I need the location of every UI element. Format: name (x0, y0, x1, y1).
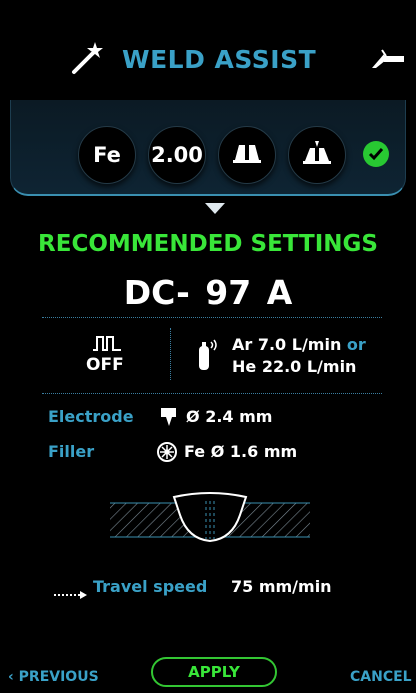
app-title: WELD ASSIST (122, 44, 317, 74)
gas-cylinder-icon (197, 336, 219, 376)
joint-type-button[interactable] (218, 126, 276, 184)
pulse-icon (92, 335, 122, 355)
gas-argon-rate: Ar 7.0 L/min (232, 335, 342, 354)
travel-speed-value: 75 mm/min (231, 577, 332, 596)
divider-vertical (170, 328, 171, 380)
filler-value: 1.6 mm (229, 442, 298, 461)
material-value: Fe (93, 143, 121, 167)
butt-joint-icon (232, 142, 262, 169)
position-button[interactable] (288, 126, 346, 184)
gas-helium-rate: He 22.0 L/min (232, 357, 357, 376)
apply-label: APPLY (188, 663, 240, 681)
weld-cross-section-icon (110, 485, 310, 551)
recommended-current: DC- 97 A (123, 273, 293, 312)
thickness-value: 2.00 (151, 143, 203, 167)
electrode-icon (160, 407, 178, 431)
diameter-symbol: Ø (210, 442, 225, 461)
divider-bottom (42, 393, 382, 394)
previous-label: PREVIOUS (18, 669, 99, 685)
travel-speed-label: Travel speed (93, 577, 208, 596)
filler-label: Filler (48, 442, 95, 461)
material-button[interactable]: Fe (78, 126, 136, 184)
electrode-value: 2.4 mm (205, 407, 273, 426)
confirmed-check-icon (363, 141, 389, 167)
filler-material: Fe (184, 442, 206, 461)
chevron-left-icon: ‹ (8, 669, 14, 685)
travel-arrow-icon (54, 585, 88, 604)
flat-position-icon (302, 139, 332, 172)
electrode-label: Electrode (48, 407, 134, 426)
previous-button[interactable]: ‹ PREVIOUS (8, 669, 99, 685)
apply-button[interactable]: APPLY (151, 657, 277, 687)
filler-spec: Fe Ø 1.6 mm (184, 442, 297, 461)
pointer-triangle-icon (205, 203, 225, 214)
gas-primary: Ar 7.0 L/min or (232, 335, 366, 354)
diameter-symbol: Ø (186, 407, 200, 426)
gas-or-label: or (346, 335, 366, 354)
weld-parameters-panel (10, 100, 406, 196)
filler-spool-icon (156, 441, 178, 467)
tig-torch-icon[interactable] (370, 48, 404, 74)
divider-top (42, 317, 382, 318)
magic-wand-icon (70, 38, 108, 80)
thickness-button[interactable]: 2.00 (148, 126, 206, 184)
cancel-button[interactable]: CANCEL (350, 669, 412, 685)
header: WELD ASSIST (0, 0, 416, 100)
title-wrap: WELD ASSIST (70, 38, 316, 80)
pulse-state: OFF (86, 355, 124, 375)
electrode-diameter: Ø 2.4 mm (186, 407, 272, 426)
recommended-settings-heading: RECOMMENDED SETTINGS (38, 231, 378, 257)
cancel-label: CANCEL (350, 669, 412, 685)
